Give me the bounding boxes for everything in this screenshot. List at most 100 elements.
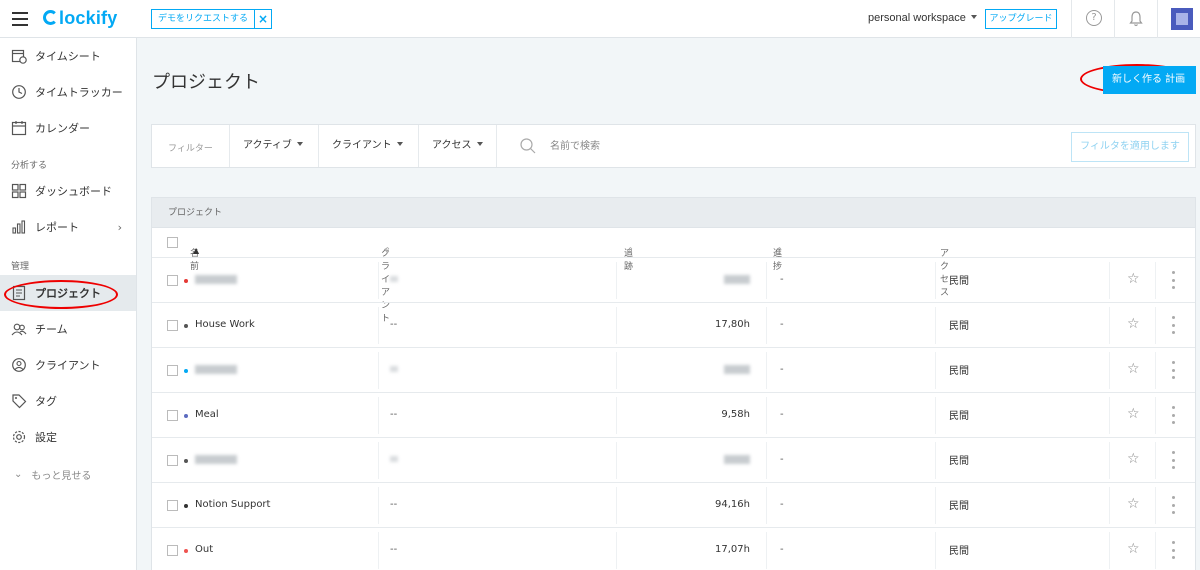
sidebar: タイムシート タイムトラッカー カレンダー 分析する ダッシュボード レポート … — [0, 38, 137, 570]
sidebar-item-settings[interactable]: 設定 — [0, 419, 136, 455]
cell-divider — [935, 397, 936, 434]
more-options-icon[interactable] — [1172, 406, 1176, 424]
star-icon[interactable]: ☆ — [1127, 406, 1140, 422]
cell-divider — [1155, 442, 1156, 479]
filter-label: フィルター — [168, 144, 213, 154]
row-checkbox[interactable] — [167, 500, 178, 511]
project-name[interactable]: Out — [195, 544, 213, 555]
avatar[interactable] — [1171, 8, 1193, 30]
workspace-selector[interactable]: personal workspace — [868, 12, 977, 24]
caret-down-icon — [396, 142, 403, 146]
sort-icon: ⇕ — [384, 246, 391, 255]
star-icon[interactable]: ☆ — [1127, 541, 1140, 557]
table-row[interactable]: Meal -- 9,58h - 民間 ☆ — [152, 393, 1195, 438]
access-value: 民間 — [949, 366, 969, 377]
star-icon[interactable]: ☆ — [1127, 271, 1140, 287]
sidebar-item-dashboard[interactable]: ダッシュボード — [0, 173, 136, 209]
help-icon[interactable]: ? — [1086, 10, 1102, 26]
upgrade-button[interactable]: アップグレード — [985, 9, 1057, 29]
demo-request-banner: デモをリクエストする × — [151, 9, 273, 29]
project-name[interactable]: House Work — [195, 319, 255, 330]
sidebar-item-reports[interactable]: レポート › — [0, 209, 136, 245]
sort-icon: ▲ — [193, 246, 200, 255]
hamburger-menu-icon[interactable] — [12, 12, 28, 26]
document-icon — [12, 285, 26, 301]
more-options-icon[interactable] — [1172, 496, 1176, 514]
table-row[interactable]: Out -- 17,07h - 民間 ☆ — [152, 528, 1195, 570]
table-row[interactable]: Notion Support -- 94,16h - 民間 ☆ — [152, 483, 1195, 528]
sidebar-item-timesheet[interactable]: タイムシート — [0, 38, 136, 74]
client-redacted — [390, 274, 398, 285]
table-row[interactable]: - 民間 ☆ — [152, 258, 1195, 303]
cell-divider — [766, 352, 767, 389]
sidebar-item-clients[interactable]: クライアント — [0, 347, 136, 383]
create-new-project-button[interactable]: 新しく作る 計画 — [1103, 66, 1196, 94]
star-icon[interactable]: ☆ — [1127, 316, 1140, 332]
cell-divider — [616, 307, 617, 344]
cell-divider — [1109, 532, 1110, 569]
more-options-icon[interactable] — [1172, 316, 1176, 334]
table-caption: プロジェクト — [152, 198, 1195, 228]
filter-bar: フィルター アクティブ クライアント アクセス フィルタを適用します — [151, 124, 1196, 168]
project-name-redacted[interactable] — [195, 364, 237, 375]
cell-divider — [378, 532, 379, 569]
sidebar-show-more[interactable]: ⌄ もっと見せる — [0, 456, 136, 492]
table-row[interactable]: House Work -- 17,80h - 民間 ☆ — [152, 303, 1195, 348]
sidebar-item-label: プロジェクト — [35, 287, 101, 300]
star-icon[interactable]: ☆ — [1127, 451, 1140, 467]
apply-filter-button[interactable]: フィルタを適用します — [1071, 132, 1189, 162]
row-checkbox[interactable] — [167, 320, 178, 331]
search-input[interactable] — [550, 137, 950, 155]
table-row[interactable]: - 民間 ☆ — [152, 348, 1195, 393]
demo-request-link[interactable]: デモをリクエストする — [152, 10, 254, 28]
project-name[interactable]: Meal — [195, 409, 219, 420]
row-checkbox[interactable] — [167, 275, 178, 286]
more-options-icon[interactable] — [1172, 361, 1176, 379]
close-icon[interactable]: × — [254, 10, 271, 28]
sidebar-item-calendar[interactable]: カレンダー — [0, 110, 136, 146]
select-all-checkbox[interactable] — [167, 237, 178, 248]
star-icon[interactable]: ☆ — [1127, 496, 1140, 512]
sidebar-item-projects[interactable]: プロジェクト — [0, 275, 136, 311]
client-value: -- — [390, 499, 398, 510]
project-color-dot — [184, 369, 188, 373]
cell-divider — [935, 442, 936, 479]
row-checkbox[interactable] — [167, 545, 178, 556]
filter-access-dropdown[interactable]: アクセス — [418, 125, 497, 167]
client-value: -- — [390, 319, 398, 330]
star-icon[interactable]: ☆ — [1127, 361, 1140, 377]
project-name-redacted[interactable] — [195, 454, 237, 465]
cell-divider — [766, 532, 767, 569]
more-options-icon[interactable] — [1172, 541, 1176, 559]
tracked-redacted — [724, 364, 750, 375]
cell-divider — [1109, 487, 1110, 524]
cell-divider — [1109, 397, 1110, 434]
filter-active-dropdown[interactable]: アクティブ — [229, 125, 317, 167]
row-checkbox[interactable] — [167, 365, 178, 376]
sidebar-item-team[interactable]: チーム — [0, 311, 136, 347]
team-icon — [11, 323, 27, 336]
client-redacted — [390, 454, 398, 465]
cell-divider — [935, 262, 936, 299]
sidebar-item-label: カレンダー — [35, 122, 90, 135]
access-value: 民間 — [949, 501, 969, 512]
more-options-icon[interactable] — [1172, 271, 1176, 289]
cell-divider — [378, 397, 379, 434]
cell-divider — [1155, 532, 1156, 569]
filter-client-dropdown[interactable]: クライアント — [318, 125, 418, 167]
sidebar-item-tags[interactable]: タグ — [0, 383, 136, 419]
project-name-redacted[interactable] — [195, 274, 237, 285]
clockify-logo[interactable]: lockify — [43, 8, 117, 29]
table-row[interactable]: - 民間 ☆ — [152, 438, 1195, 483]
cell-divider — [1109, 307, 1110, 344]
row-checkbox[interactable] — [167, 455, 178, 466]
bell-icon[interactable] — [1128, 10, 1144, 27]
logo-c-icon — [43, 10, 58, 25]
sidebar-item-time-tracker[interactable]: タイムトラッカー — [0, 74, 136, 110]
tag-icon — [12, 394, 27, 409]
row-checkbox[interactable] — [167, 410, 178, 421]
more-options-icon[interactable] — [1172, 451, 1176, 469]
client-value: -- — [390, 409, 398, 420]
project-name[interactable]: Notion Support — [195, 499, 270, 510]
project-color-dot — [184, 549, 188, 553]
